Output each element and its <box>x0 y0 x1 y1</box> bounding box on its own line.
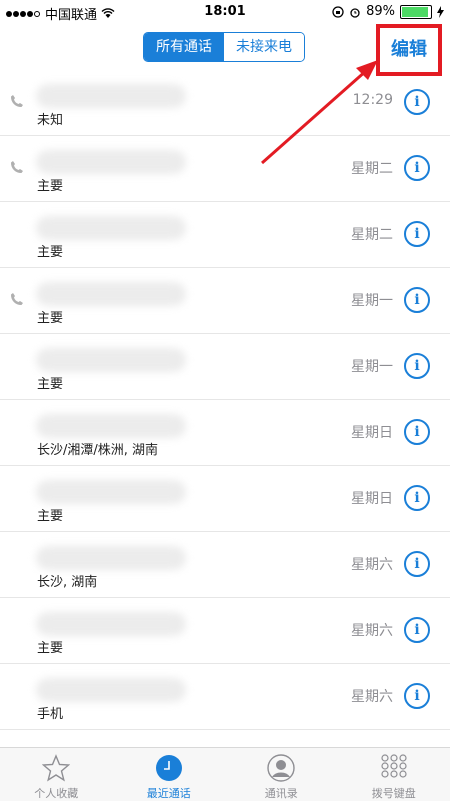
clock-icon <box>155 754 183 782</box>
call-label: 手机 <box>37 703 63 722</box>
tab-missed-calls[interactable]: 未接来电 <box>224 33 304 61</box>
call-date: 星期二 <box>351 158 393 178</box>
charging-icon <box>437 6 444 18</box>
status-right: 89% <box>332 4 444 19</box>
keypad-icon <box>380 754 408 782</box>
tab-contacts[interactable]: 通讯录 <box>225 748 338 801</box>
call-date: 12:29 <box>353 92 393 108</box>
call-label: 主要 <box>37 175 63 194</box>
call-row[interactable]: 长沙/湘潭/株洲, 湖南 星期日 i <box>0 400 450 466</box>
contacts-icon <box>267 754 295 782</box>
star-icon <box>42 754 70 782</box>
contact-name-redacted <box>36 480 186 504</box>
recent-calls-list: 未知12:29i主要星期二i主要星期二i主要星期一i主要星期一i长沙/湘潭/株洲… <box>0 70 450 730</box>
info-icon[interactable]: i <box>404 353 430 379</box>
call-date: 星期一 <box>351 356 393 376</box>
call-row[interactable]: 主要 星期一 i <box>0 268 450 334</box>
tab-favorites-label: 个人收藏 <box>0 785 113 801</box>
call-date: 星期一 <box>351 290 393 310</box>
call-date: 星期六 <box>351 554 393 574</box>
call-row[interactable]: 未知 12:29 i <box>0 70 450 136</box>
call-label: 未知 <box>37 109 63 128</box>
info-icon[interactable]: i <box>404 419 430 445</box>
info-icon[interactable]: i <box>404 485 430 511</box>
call-date: 星期六 <box>351 620 393 640</box>
info-icon[interactable]: i <box>404 287 430 313</box>
tab-keypad[interactable]: 拨号键盘 <box>338 748 450 801</box>
orientation-lock-icon <box>332 6 344 18</box>
call-row[interactable]: 主要 星期一 i <box>0 334 450 400</box>
info-icon[interactable]: i <box>404 221 430 247</box>
tab-bar: 个人收藏 最近通话 通讯录 拨号键盘 <box>0 747 450 801</box>
call-row[interactable]: 主要 星期日 i <box>0 466 450 532</box>
call-date: 星期六 <box>351 686 393 706</box>
tab-recents[interactable]: 最近通话 <box>113 748 226 801</box>
call-label: 主要 <box>37 241 63 260</box>
contact-name-redacted <box>36 150 186 174</box>
navigation-bar: 所有通话 未接来电 编辑 <box>0 24 450 70</box>
call-row[interactable]: 主要 星期六 i <box>0 598 450 664</box>
edit-button[interactable]: 编辑 <box>376 24 442 76</box>
call-label: 主要 <box>37 505 63 524</box>
info-icon[interactable]: i <box>404 617 430 643</box>
info-icon[interactable]: i <box>404 89 430 115</box>
tab-keypad-label: 拨号键盘 <box>338 785 450 801</box>
outgoing-call-icon <box>10 160 24 174</box>
contact-name-redacted <box>36 546 186 570</box>
contact-name-redacted <box>36 678 186 702</box>
status-bar: 中国联通 18:01 89% <box>0 0 450 24</box>
contact-name-redacted <box>36 84 186 108</box>
call-filter-segmented-control: 所有通话 未接来电 <box>143 32 305 62</box>
contact-name-redacted <box>36 612 186 636</box>
call-label: 长沙, 湖南 <box>37 571 97 590</box>
contact-name-redacted <box>36 282 186 306</box>
info-icon[interactable]: i <box>404 551 430 577</box>
contact-name-redacted <box>36 216 186 240</box>
info-icon[interactable]: i <box>404 155 430 181</box>
contact-name-redacted <box>36 414 186 438</box>
battery-percent: 89% <box>366 4 395 19</box>
call-row[interactable]: 手机 星期六 i <box>0 664 450 730</box>
call-date: 星期日 <box>351 488 393 508</box>
call-label: 主要 <box>37 307 63 326</box>
call-row[interactable]: 长沙, 湖南 星期六 i <box>0 532 450 598</box>
battery-icon <box>400 5 432 19</box>
tab-contacts-label: 通讯录 <box>225 785 338 801</box>
alarm-icon <box>349 6 361 18</box>
tab-recents-label: 最近通话 <box>113 785 226 801</box>
call-row[interactable]: 主要 星期二 i <box>0 136 450 202</box>
contact-name-redacted <box>36 348 186 372</box>
outgoing-call-icon <box>10 94 24 108</box>
tab-favorites[interactable]: 个人收藏 <box>0 748 113 801</box>
call-label: 主要 <box>37 373 63 392</box>
call-date: 星期日 <box>351 422 393 442</box>
call-label: 长沙/湘潭/株洲, 湖南 <box>37 439 158 458</box>
call-row[interactable]: 主要 星期二 i <box>0 202 450 268</box>
call-label: 主要 <box>37 637 63 656</box>
tab-all-calls[interactable]: 所有通话 <box>144 33 224 61</box>
outgoing-call-icon <box>10 292 24 306</box>
call-date: 星期二 <box>351 224 393 244</box>
info-icon[interactable]: i <box>404 683 430 709</box>
